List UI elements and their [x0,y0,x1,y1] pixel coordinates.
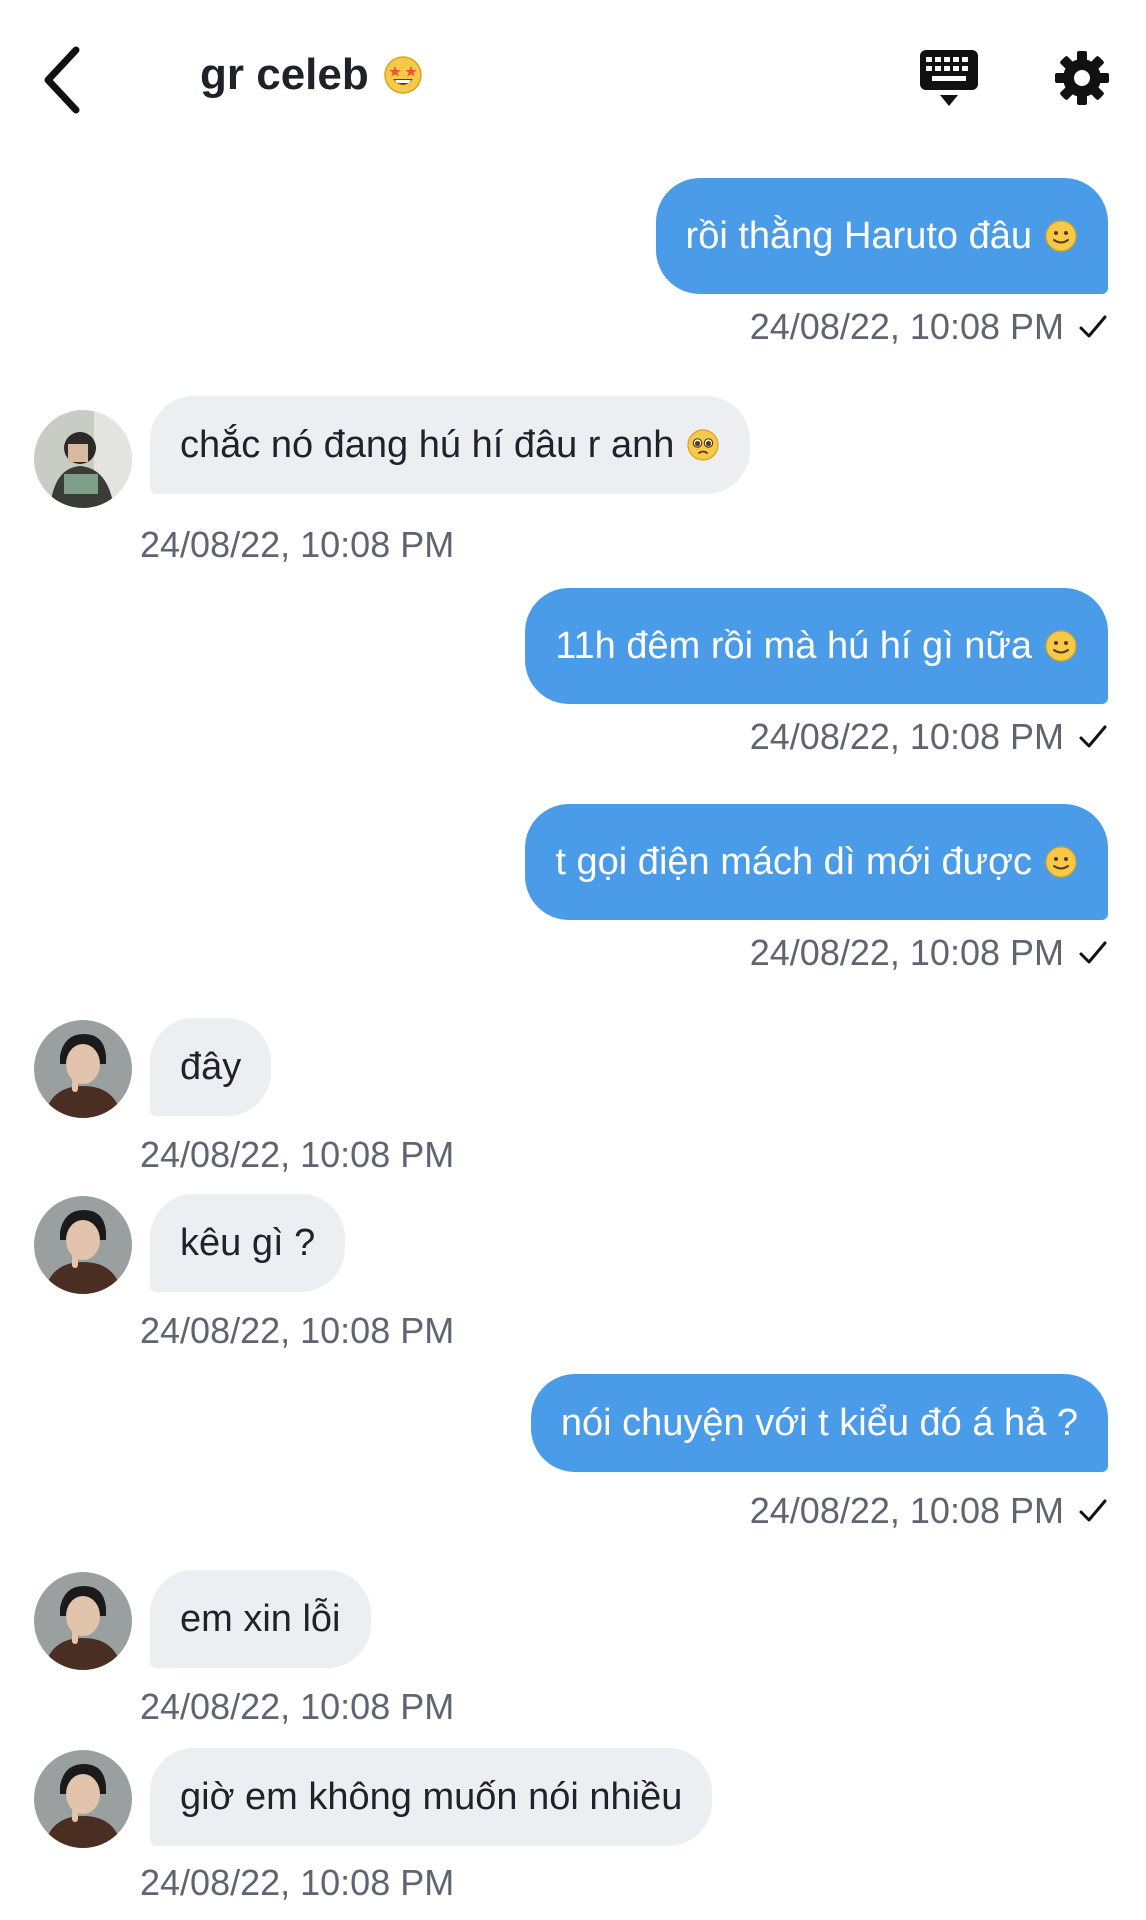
message-bubble-incoming[interactable]: kêu gì ? [150,1194,346,1292]
message-bubble-outgoing[interactable]: t gọi điện mách dì mới được [525,804,1108,920]
message-timestamp: 24/08/22, 10:08 PM [140,1862,455,1903]
message-bubble-incoming[interactable]: giờ em không muốn nói nhiều [150,1748,713,1846]
chevron-left-icon [44,46,80,114]
message-text: nói chuyện với t kiểu đó á hả ? [560,1401,1078,1444]
chat-title-text: gr celeb [200,50,369,99]
avatar[interactable] [34,1750,132,1848]
avatar[interactable] [34,1196,132,1294]
avatar-2-image [34,1572,132,1670]
message-timestamp: 24/08/22, 10:08 PM [140,1310,455,1351]
message-bubble-incoming[interactable]: em xin lỗi [150,1570,371,1668]
message-bubble-incoming[interactable]: đây [150,1018,272,1116]
settings-button[interactable] [1052,48,1112,108]
message-timestamp: 24/08/22, 10:08 PM [750,932,1108,974]
sent-check-icon [1079,315,1107,338]
message-timestamp: 24/08/22, 10:08 PM [140,524,455,565]
message-text: 11h đêm rồi mà hú hí gì nữa [555,624,1032,667]
slight-smile-emoji-icon [1045,220,1077,252]
message-bubble-outgoing[interactable]: 11h đêm rồi mà hú hí gì nữa [525,588,1108,704]
avatar[interactable] [34,1020,132,1118]
keyboard-button[interactable] [918,48,980,110]
avatar-2-image [34,1020,132,1118]
message-timestamp: 24/08/22, 10:08 PM [140,1134,455,1175]
avatar[interactable] [34,1572,132,1670]
avatar[interactable] [34,410,132,508]
chat-title: gr celeb [200,50,423,100]
timestamp-text: 24/08/22, 10:08 PM [749,716,1064,757]
timestamp-text: 24/08/22, 10:08 PM [749,932,1064,973]
avatar-1-image [34,410,132,508]
message-text: em xin lỗi [180,1597,341,1640]
message-bubble-incoming[interactable]: chắc nó đang hú hí đâu r anh [150,396,751,494]
sent-check-icon [1079,725,1107,748]
pleading-face-emoji-icon [687,429,719,461]
keyboard-icon [920,50,978,106]
message-timestamp: 24/08/22, 10:08 PM [140,1686,455,1727]
star-struck-emoji-icon [384,56,422,94]
sent-check-icon [1079,1499,1107,1522]
timestamp-text: 24/08/22, 10:08 PM [749,306,1064,347]
message-text: chắc nó đang hú hí đâu r anh [180,423,675,466]
timestamp-text: 24/08/22, 10:08 PM [749,1490,1064,1531]
message-text: đây [180,1045,242,1088]
message-text: kêu gì ? [180,1221,316,1264]
message-bubble-outgoing[interactable]: rồi thằng Haruto đâu [655,178,1108,294]
chat-header: gr celeb [0,0,1146,160]
message-bubble-outgoing[interactable]: nói chuyện với t kiểu đó á hả ? [530,1374,1108,1472]
back-button[interactable] [36,40,96,120]
gear-icon [1055,51,1109,105]
avatar-2-image [34,1196,132,1294]
sent-check-icon [1079,941,1107,964]
message-text: t gọi điện mách dì mới được [555,840,1032,883]
message-timestamp: 24/08/22, 10:08 PM [750,716,1108,758]
message-timestamp: 24/08/22, 10:08 PM [750,306,1108,348]
message-text: giờ em không muốn nói nhiều [180,1775,683,1818]
slight-smile-emoji-icon [1045,846,1077,878]
message-timestamp: 24/08/22, 10:08 PM [750,1490,1108,1532]
slight-smile-emoji-icon [1045,630,1077,662]
avatar-2-image [34,1750,132,1848]
message-text: rồi thằng Haruto đâu [685,214,1032,257]
